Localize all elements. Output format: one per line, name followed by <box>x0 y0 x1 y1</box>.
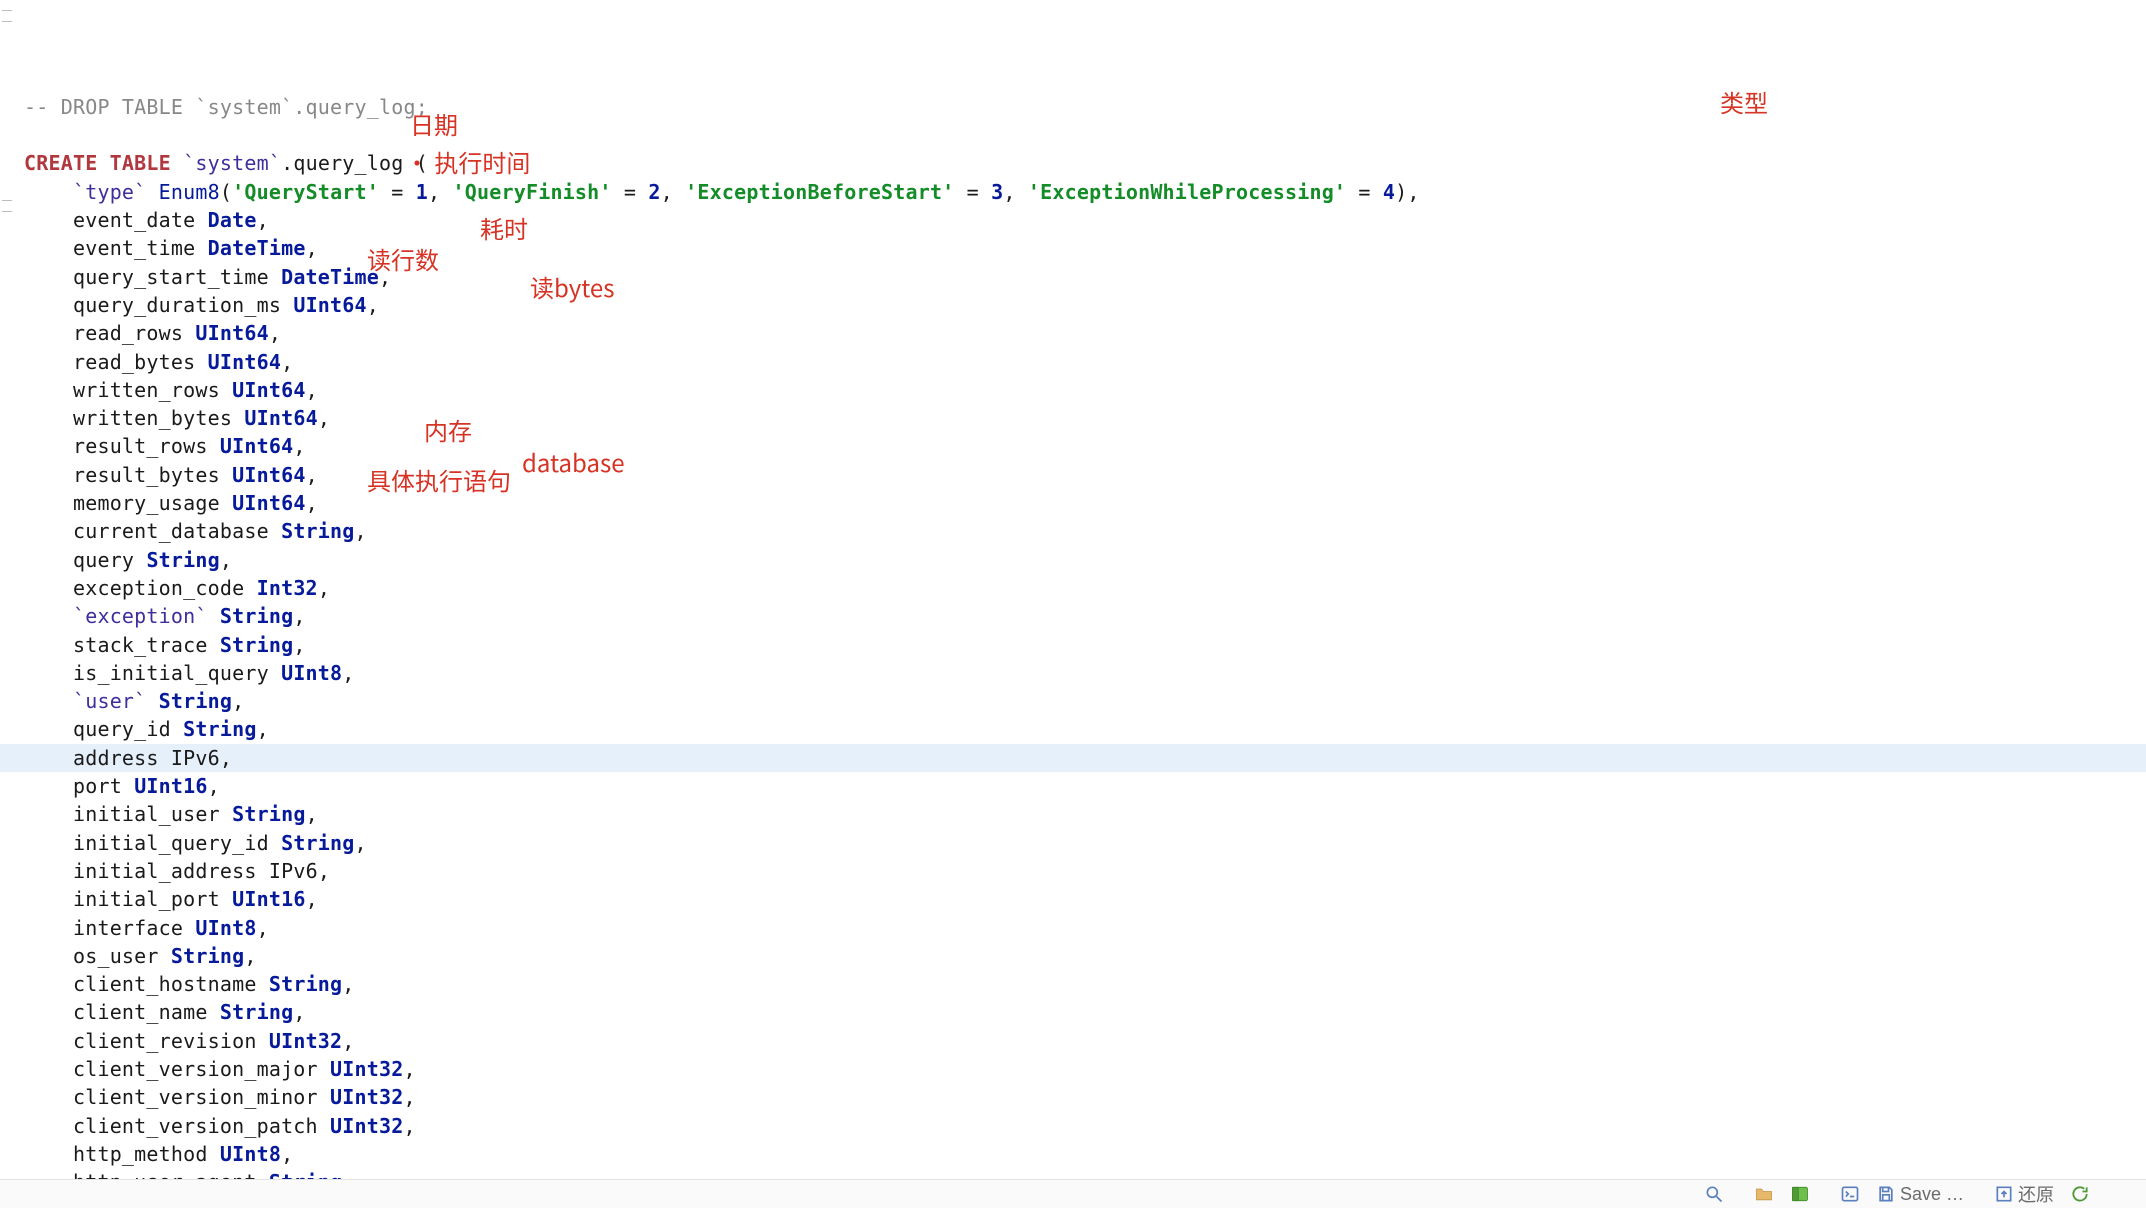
code-line[interactable]: query String, <box>24 546 2146 574</box>
code-line[interactable]: written_bytes UInt64, <box>24 404 2146 432</box>
code-line[interactable]: initial_port UInt16, <box>24 885 2146 913</box>
annotation: 日期 <box>410 112 458 136</box>
code-line[interactable]: os_user String, <box>24 942 2146 970</box>
code-line[interactable]: `type` Enum8('QueryStart' = 1, 'QueryFin… <box>24 178 2146 206</box>
revert-label: 还原 <box>2018 1181 2054 1207</box>
code-line[interactable]: initial_user String, <box>24 800 2146 828</box>
code-line[interactable]: -- DROP TABLE `system`.query_log; <box>24 93 2146 121</box>
code-line[interactable]: `exception` String, <box>24 602 2146 630</box>
annotation: 读行数 <box>367 247 439 271</box>
code-line[interactable]: address IPv6, <box>0 744 2146 772</box>
code-line[interactable]: query_start_time DateTime, <box>24 263 2146 291</box>
code-line[interactable]: written_rows UInt64, <box>24 376 2146 404</box>
code-line[interactable]: query_id String, <box>24 715 2146 743</box>
code-line[interactable]: memory_usage UInt64, <box>24 489 2146 517</box>
code-line[interactable]: initial_address IPv6, <box>24 857 2146 885</box>
code-line[interactable]: stack_trace String, <box>24 631 2146 659</box>
code-line[interactable]: client_hostname String, <box>24 970 2146 998</box>
code-line[interactable]: read_rows UInt64, <box>24 319 2146 347</box>
annotation: 类型 <box>1720 90 1768 114</box>
code-line[interactable]: port UInt16, <box>24 772 2146 800</box>
code-line[interactable]: event_date Date, <box>24 206 2146 234</box>
search-icon[interactable] <box>1700 1180 1728 1208</box>
annotation: · 执行时间 <box>405 150 530 174</box>
code-line[interactable]: client_version_patch UInt32, <box>24 1112 2146 1140</box>
code-line[interactable]: http_method UInt8, <box>24 1140 2146 1168</box>
code-line[interactable]: client_revision UInt32, <box>24 1027 2146 1055</box>
code-line[interactable] <box>24 121 2146 149</box>
annotation: database <box>522 450 625 474</box>
code-line[interactable]: exception_code Int32, <box>24 574 2146 602</box>
code-line[interactable]: CREATE TABLE `system`.query_log ( <box>24 149 2146 177</box>
annotation: 具体执行语句 <box>367 468 511 492</box>
console-icon[interactable] <box>1836 1180 1864 1208</box>
gutter <box>0 0 16 1208</box>
code-line[interactable]: `user` String, <box>24 687 2146 715</box>
code-line[interactable]: is_initial_query UInt8, <box>24 659 2146 687</box>
save-label: Save … <box>1900 1184 1964 1205</box>
code-line[interactable]: query_duration_ms UInt64, <box>24 291 2146 319</box>
annotation: 耗时 <box>480 216 528 240</box>
annotation: 内存 <box>424 418 472 442</box>
code-line[interactable]: read_bytes UInt64, <box>24 348 2146 376</box>
save-button[interactable]: Save … <box>1872 1180 1968 1208</box>
folder-icon[interactable] <box>1750 1180 1778 1208</box>
code-line[interactable]: initial_query_id String, <box>24 829 2146 857</box>
code-line[interactable]: client_version_minor UInt32, <box>24 1083 2146 1111</box>
sql-editor[interactable]: -- DROP TABLE `system`.query_log; CREATE… <box>24 8 2146 1178</box>
panel-icon[interactable] <box>1786 1180 1814 1208</box>
status-bar: Save … 还原 <box>0 1179 2146 1208</box>
code-line[interactable]: result_rows UInt64, <box>24 432 2146 460</box>
annotation: 读bytes <box>530 275 614 299</box>
code-line[interactable]: result_bytes UInt64, <box>24 461 2146 489</box>
revert-button[interactable]: 还原 <box>1990 1180 2058 1208</box>
code-line[interactable]: event_time DateTime, <box>24 234 2146 262</box>
code-line[interactable]: interface UInt8, <box>24 914 2146 942</box>
code-line[interactable]: current_database String, <box>24 517 2146 545</box>
refresh-icon[interactable] <box>2066 1180 2094 1208</box>
code-line[interactable]: client_version_major UInt32, <box>24 1055 2146 1083</box>
code-line[interactable]: client_name String, <box>24 998 2146 1026</box>
